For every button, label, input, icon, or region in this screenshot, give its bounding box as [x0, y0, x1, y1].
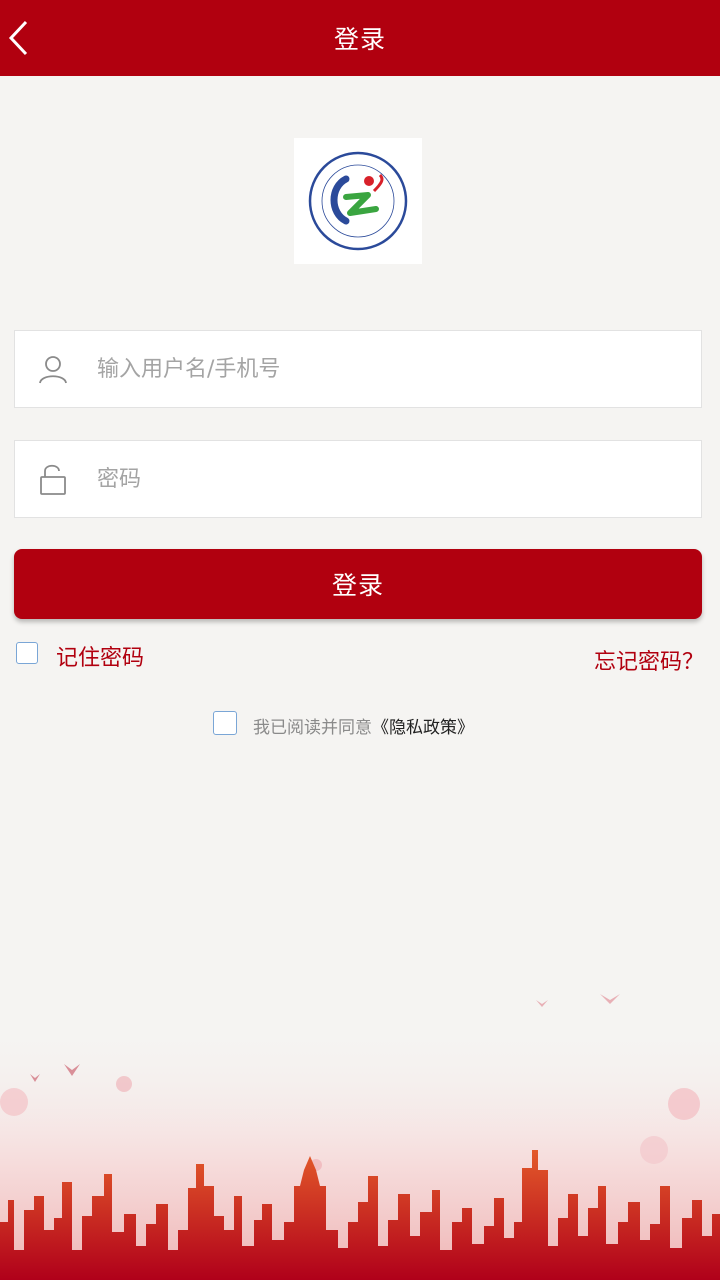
page-title: 登录 [333, 25, 386, 54]
remember-label: 记住密码 [56, 646, 145, 671]
password-input[interactable] [91, 449, 701, 509]
app-logo [294, 138, 422, 264]
lock-icon [15, 462, 91, 496]
privacy-policy-link[interactable]: 《隐私政策》 [372, 718, 474, 738]
agreement-checkbox[interactable] [213, 711, 237, 735]
username-input[interactable] [91, 339, 701, 399]
top-bar: 登录 [0, 0, 720, 76]
user-icon [15, 354, 91, 384]
agreement-label: 我已阅读并同意 [253, 718, 372, 738]
city-skyline-decoration [0, 994, 720, 1280]
chevron-left-icon [8, 20, 28, 56]
username-field[interactable] [14, 330, 702, 408]
login-button[interactable]: 登录 [14, 549, 702, 619]
logo-emblem [308, 151, 408, 251]
forgot-password-link[interactable]: 忘记密码？ [594, 644, 704, 676]
agreement-text: 我已阅读并同意《隐私政策》 [253, 713, 474, 738]
back-button[interactable] [0, 18, 40, 58]
remember-checkbox[interactable] [16, 642, 38, 664]
password-field[interactable] [14, 440, 702, 518]
